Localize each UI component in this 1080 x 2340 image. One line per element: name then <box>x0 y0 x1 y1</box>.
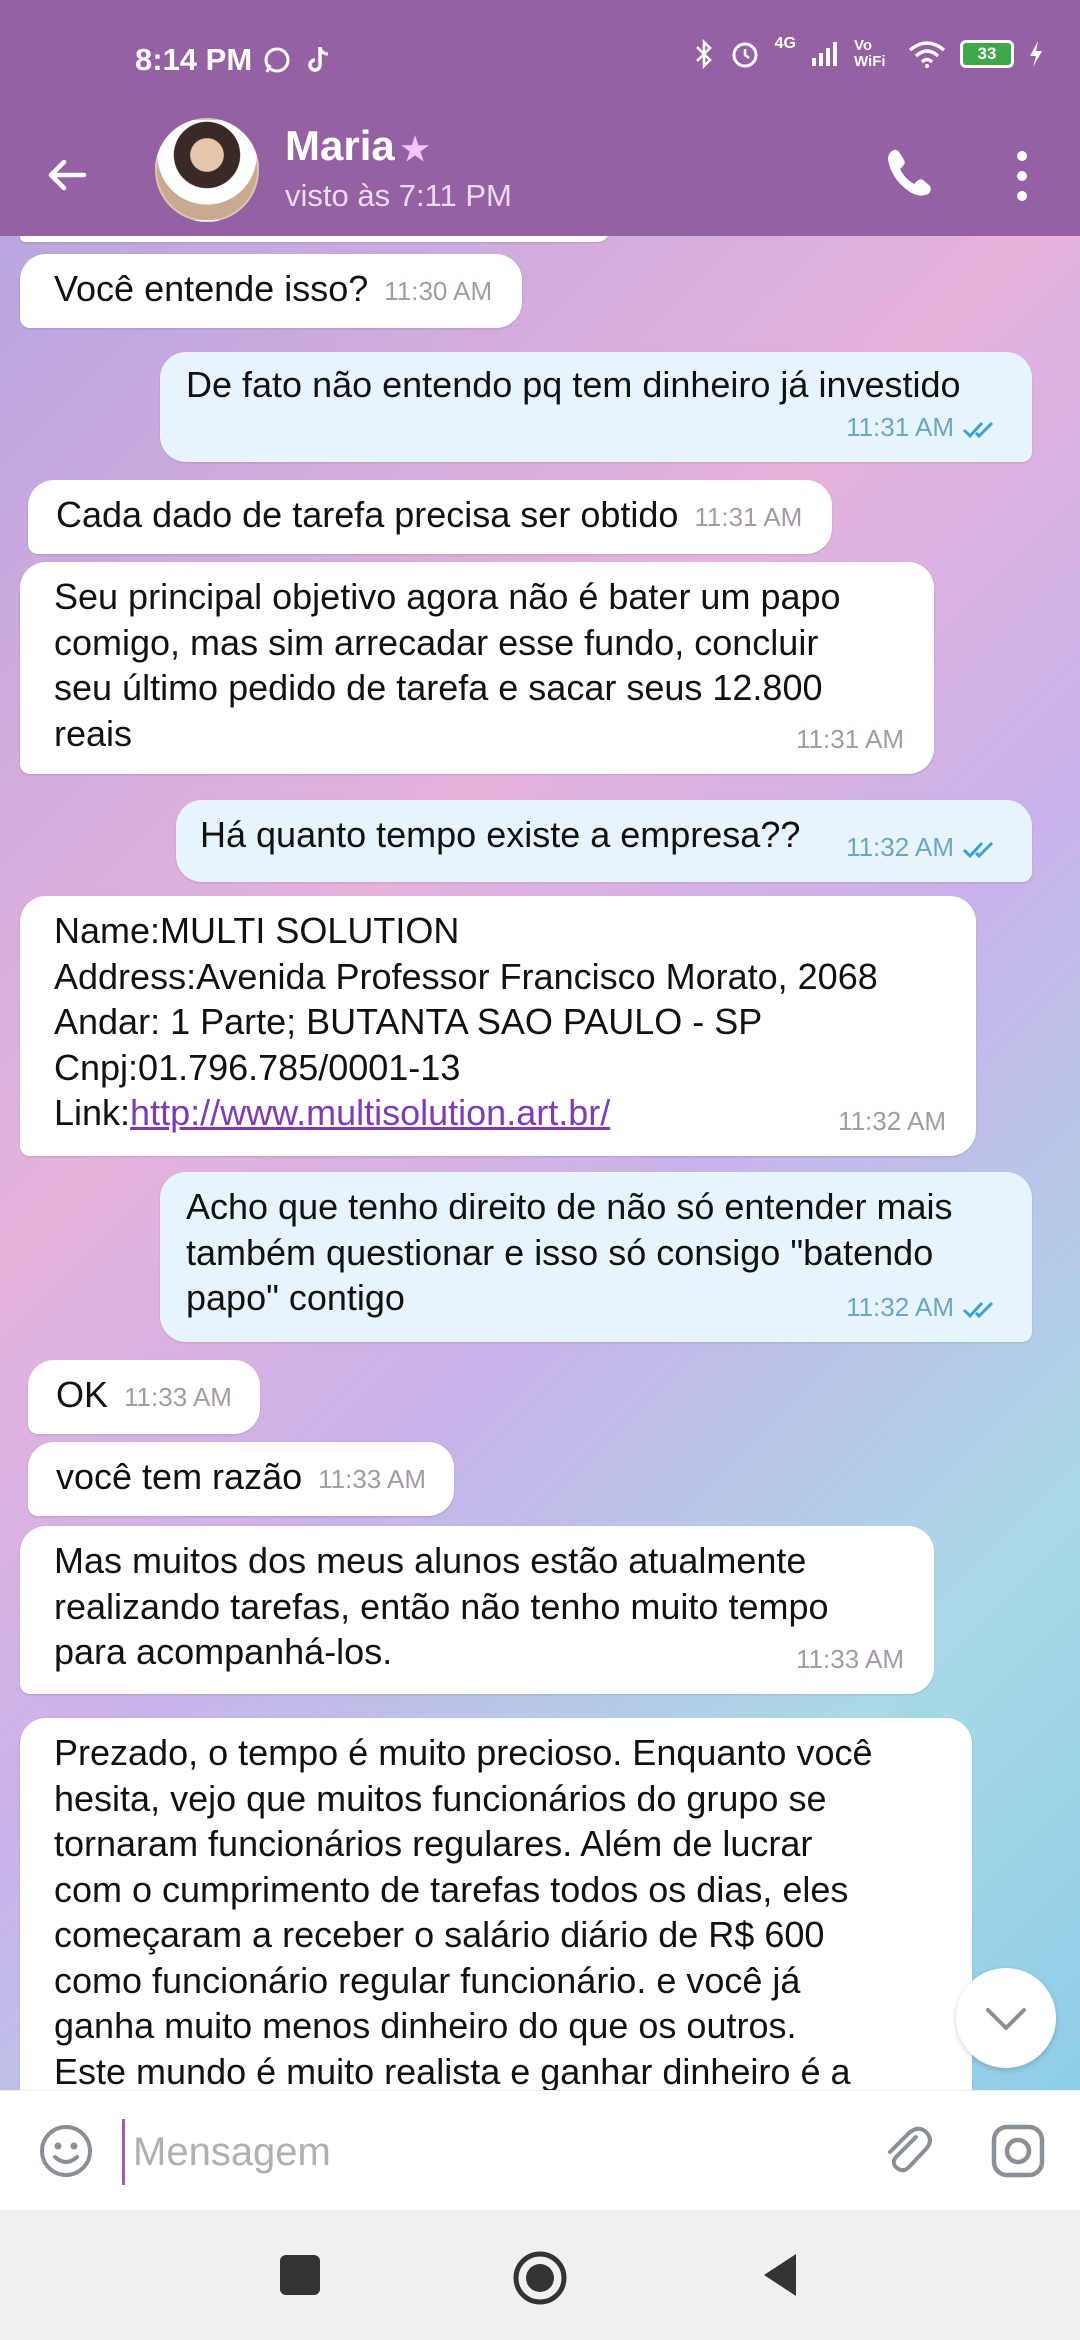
message-text: Acho que tenho direito de não só entende… <box>186 1186 953 1318</box>
message-time: 11:31 AM <box>846 411 954 442</box>
double-check-icon <box>962 1301 994 1318</box>
scroll-down-button[interactable] <box>956 1968 1056 2068</box>
message-time: 11:31 AM <box>796 723 904 754</box>
message-time: 11:30 AM <box>384 275 493 306</box>
message-bubble[interactable]: você tem razão 11:33 AM <box>28 1442 455 1517</box>
message-bubble[interactable]: Seu principal objetivo agora não é bater… <box>20 562 934 774</box>
message-bubble[interactable]: Acho que tenho direito de não só entende… <box>160 1172 1032 1342</box>
message-time: 11:31 AM <box>694 501 803 532</box>
volte-label: Vo WiFi <box>854 37 886 70</box>
message-link-row: Link:http://www.multisolution.art.br/ <box>54 1090 610 1136</box>
attachment-icon[interactable] <box>876 2121 936 2181</box>
chat-header: Maria ★ visto às 7:11 PM <box>0 118 1080 236</box>
status-indicators: 4G Vo WiFi 33 <box>693 35 1044 70</box>
message-input[interactable] <box>122 2119 855 2185</box>
last-seen: visto às 7:11 PM <box>285 178 512 213</box>
phone-call-icon[interactable] <box>880 144 940 204</box>
double-check-icon <box>962 421 994 438</box>
recent-apps-button[interactable] <box>280 2255 320 2295</box>
message-time: 11:32 AM <box>846 1291 954 1322</box>
message-status: 11:32 AM <box>846 1285 1002 1331</box>
more-options-icon[interactable] <box>1002 146 1042 206</box>
message-time: 11:32 AM <box>838 1105 946 1136</box>
message-bubble[interactable]: Mas muitos dos meus alunos estão atualme… <box>20 1526 934 1694</box>
home-button[interactable] <box>512 2250 568 2306</box>
message-text: Você entende isso? <box>54 268 369 309</box>
contact-name: Maria <box>285 122 395 169</box>
signal-icon <box>812 42 837 66</box>
chat-area[interactable]: Você entende isso? 11:30 AM De fato não e… <box>0 236 1080 2090</box>
network-type: 4G <box>774 35 796 52</box>
message-bubble[interactable]: OK 11:33 AM <box>28 1360 260 1435</box>
wifi-icon <box>908 41 946 68</box>
message-time: 11:33 AM <box>796 1643 904 1674</box>
message-text: Mas muitos dos meus alunos estão atualme… <box>54 1540 829 1672</box>
message-link[interactable]: http://www.multisolution.art.br/ <box>130 1092 610 1133</box>
back-button[interactable] <box>760 2250 800 2300</box>
system-navigation-bar <box>0 2210 1080 2340</box>
link-prefix: Link: <box>54 1092 131 1133</box>
tiktok-icon <box>308 46 328 72</box>
message-text: Cada dado de tarefa precisa ser obtido <box>56 494 679 535</box>
message-text: Name:MULTI SOLUTION Address:Avenida Prof… <box>54 910 878 1088</box>
message-bubble[interactable]: Prezado, o tempo é muito precioso. Enqua… <box>20 1718 972 2090</box>
contact-avatar[interactable] <box>155 118 259 222</box>
bluetooth-icon <box>695 38 712 70</box>
message-time: 11:33 AM <box>318 1463 427 1494</box>
message-text: Prezado, o tempo é muito precioso. Enqua… <box>54 1732 873 2090</box>
message-text: você tem razão <box>56 1456 303 1497</box>
charging-icon <box>1030 41 1042 67</box>
message-bubble-partial <box>20 236 610 242</box>
message-status: 11:32 AM <box>846 825 1002 871</box>
message-bubble[interactable]: Há quanto tempo existe a empresa?? 11:32… <box>176 800 1032 882</box>
whatsapp-icon <box>264 47 290 73</box>
status-app-icons <box>262 42 332 75</box>
message-bubble[interactable]: De fato não entendo pq tem dinheiro já i… <box>160 352 1032 462</box>
emoji-icon[interactable] <box>38 2123 94 2179</box>
message-text: Há quanto tempo existe a empresa?? <box>200 814 801 855</box>
chevron-down-icon <box>986 2008 1026 2030</box>
message-status: 11:31 AM <box>846 405 1002 451</box>
message-text: OK <box>56 1374 109 1415</box>
message-bubble[interactable]: Você entende isso? 11:30 AM <box>20 254 523 329</box>
double-check-icon <box>962 841 994 858</box>
message-time: 11:33 AM <box>124 1381 232 1412</box>
camera-icon[interactable] <box>990 2123 1046 2179</box>
status-time: 8:14 PM <box>135 42 253 77</box>
message-text: Seu principal objetivo agora não é bater… <box>54 576 841 754</box>
message-time: 11:32 AM <box>846 831 954 862</box>
alarm-icon <box>732 42 758 68</box>
message-composer <box>0 2090 1080 2211</box>
message-text: De fato não entendo pq tem dinheiro já i… <box>186 364 961 405</box>
star-icon: ★ <box>400 131 430 167</box>
status-bar: 8:14 PM 4G Vo WiFi 33 <box>0 0 1080 118</box>
contact-name-row[interactable]: Maria ★ <box>285 122 429 170</box>
battery-icon: 33 <box>960 40 1014 68</box>
message-bubble[interactable]: Cada dado de tarefa precisa ser obtido 11… <box>28 480 833 555</box>
message-bubble[interactable]: Name:MULTI SOLUTION Address:Avenida Prof… <box>20 896 976 1156</box>
back-arrow-icon[interactable] <box>40 148 94 202</box>
